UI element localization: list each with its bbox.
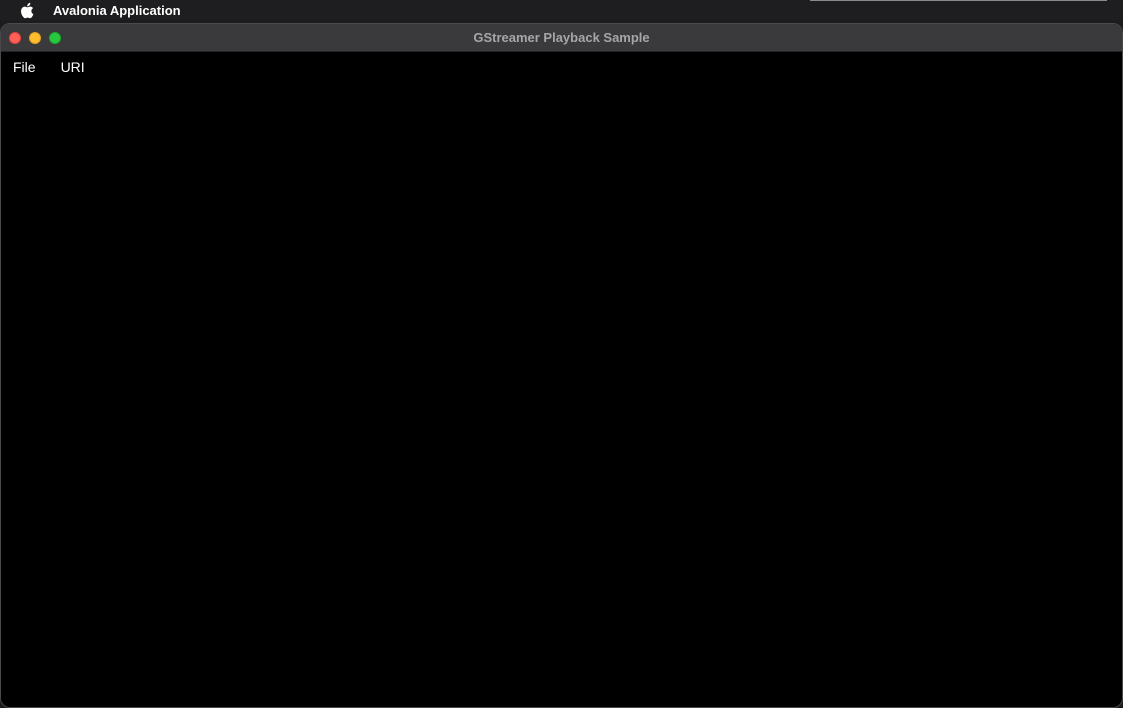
window-titlebar[interactable]: GStreamer Playback Sample [1, 24, 1122, 52]
menu-uri[interactable]: URI [51, 52, 95, 82]
video-area: File URI [1, 52, 1122, 707]
app-window: GStreamer Playback Sample File URI [0, 23, 1123, 708]
apple-logo-icon[interactable] [18, 1, 34, 19]
window-title: GStreamer Playback Sample [473, 30, 650, 45]
menu-file[interactable]: File [3, 52, 46, 82]
app-menu-bar: File URI [1, 52, 1122, 82]
app-name-menu[interactable]: Avalonia Application [53, 3, 181, 18]
window-controls [9, 31, 61, 44]
menubar-divider [810, 0, 1107, 1]
system-menubar: Avalonia Application [0, 0, 1123, 20]
maximize-window-button[interactable] [49, 31, 61, 44]
minimize-window-button[interactable] [29, 31, 41, 44]
close-window-button[interactable] [9, 31, 21, 44]
